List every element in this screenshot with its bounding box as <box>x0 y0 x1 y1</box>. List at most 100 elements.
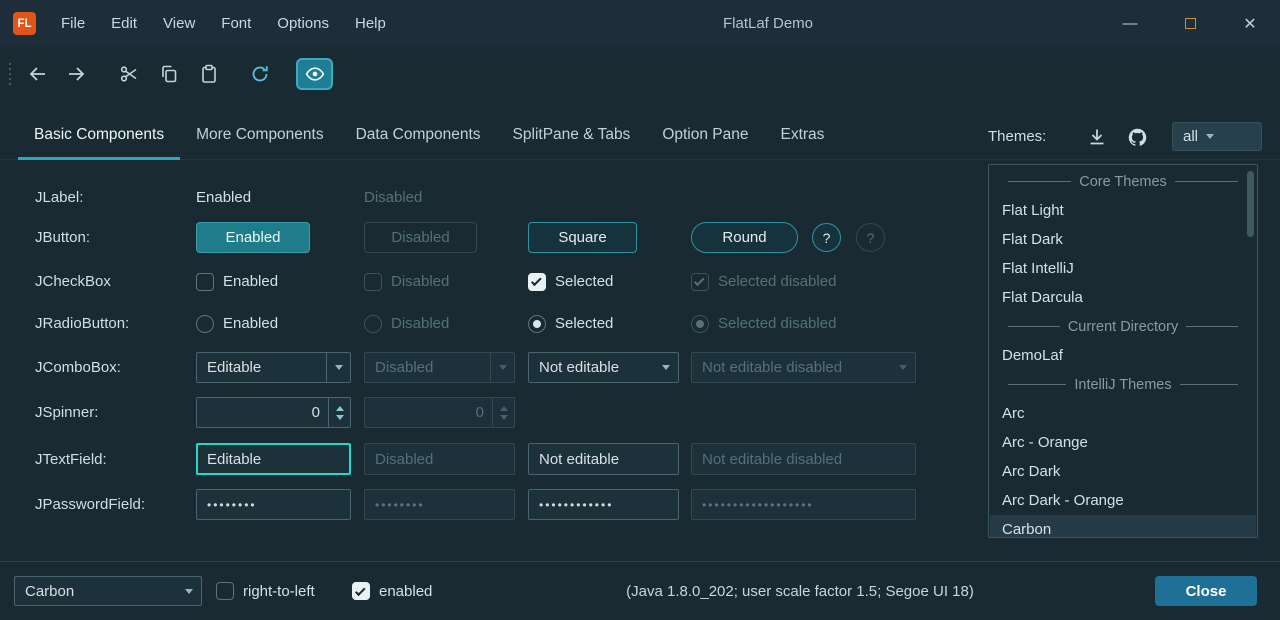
tab-extras[interactable]: Extras <box>765 112 841 160</box>
theme-list: Core ThemesFlat LightFlat DarkFlat Intel… <box>990 167 1256 538</box>
show-hidden-toggle-button[interactable] <box>296 58 333 90</box>
spinner-arrows-icon[interactable] <box>328 398 350 427</box>
jradiobutton-selected-disabled: Selected disabled <box>691 315 836 333</box>
jpasswordfield-editable[interactable]: •••••••• <box>196 489 351 520</box>
tab-data-components[interactable]: Data Components <box>340 112 497 160</box>
jbutton-round[interactable]: Round <box>691 222 798 253</box>
jbutton-help[interactable]: ? <box>812 223 841 252</box>
theme-item-flat-intellij[interactable]: Flat IntelliJ <box>990 254 1256 283</box>
menu-help[interactable]: Help <box>342 15 399 32</box>
jtextfield-editable[interactable]: Editable <box>196 443 351 475</box>
enabled-checkbox[interactable]: enabled <box>352 582 432 600</box>
jbutton-help-disabled: ? <box>856 223 885 252</box>
row-jcombobox: JComboBox: Editable Disabled Not editabl… <box>0 352 965 383</box>
jcheckbox-selected-disabled: Selected disabled <box>691 273 836 291</box>
theme-item-arc[interactable]: Arc <box>990 399 1256 428</box>
app-logo-icon: FL <box>13 12 36 35</box>
jspinner-row-label: JSpinner: <box>35 397 98 428</box>
close-button[interactable]: Close <box>1155 576 1257 606</box>
radio-icon <box>196 315 214 333</box>
back-button[interactable] <box>20 58 54 90</box>
chevron-down-icon <box>1198 123 1222 150</box>
menu-edit[interactable]: Edit <box>98 15 150 32</box>
jradiobutton-selected[interactable]: Selected <box>528 315 613 333</box>
download-themes-button[interactable] <box>1082 122 1112 152</box>
theme-filter-combobox[interactable]: all <box>1172 122 1262 151</box>
jcombobox-not-editable[interactable]: Not editable <box>528 352 679 383</box>
tabs: Basic ComponentsMore ComponentsData Comp… <box>18 112 840 160</box>
refresh-button[interactable] <box>243 58 277 90</box>
row-jspinner: JSpinner: 0 0 <box>0 397 965 428</box>
environment-info: (Java 1.8.0_202; user scale factor 1.5; … <box>520 562 1080 620</box>
toolbar-grip[interactable] <box>9 63 11 85</box>
scrollbar-thumb[interactable] <box>1247 171 1254 237</box>
tab-basic-components[interactable]: Basic Components <box>18 112 180 160</box>
theme-item-arc-dark-orange[interactable]: Arc Dark - Orange <box>990 486 1256 515</box>
row-jtextfield: JTextField: Editable Disabled Not editab… <box>0 443 965 475</box>
right-to-left-checkbox[interactable]: right-to-left <box>216 582 315 600</box>
eye-icon <box>305 64 325 84</box>
forward-button[interactable] <box>60 58 94 90</box>
titlebar: FL FileEditViewFontOptionsHelp FlatLaf D… <box>0 0 1280 47</box>
jbutton-row-label: JButton: <box>35 222 90 253</box>
download-icon <box>1087 127 1107 147</box>
theme-item-arc-dark[interactable]: Arc Dark <box>990 457 1256 486</box>
checkbox-checked-icon <box>691 273 709 291</box>
jcheckbox-selected[interactable]: Selected <box>528 273 613 291</box>
chevron-down-icon[interactable] <box>326 353 350 382</box>
refresh-icon <box>250 64 270 84</box>
theme-item-carbon[interactable]: Carbon <box>990 515 1256 538</box>
maximize-button[interactable] <box>1160 0 1220 47</box>
menu-file[interactable]: File <box>48 15 98 32</box>
tab-more-components[interactable]: More Components <box>180 112 340 160</box>
window-controls: — ✕ <box>1100 0 1280 47</box>
radio-selected-icon <box>691 315 709 333</box>
chevron-down-icon[interactable] <box>654 353 678 382</box>
minimize-button[interactable]: — <box>1100 0 1160 47</box>
row-jpasswordfield: JPasswordField: •••••••• •••••••• ••••••… <box>0 489 965 520</box>
theme-item-arc-orange[interactable]: Arc - Orange <box>990 428 1256 457</box>
jbutton-square[interactable]: Square <box>528 222 637 253</box>
copy-icon <box>159 64 179 84</box>
jtextfield-disabled: Disabled <box>364 443 515 475</box>
theme-section-header: IntelliJ Themes <box>990 370 1256 399</box>
window-close-button[interactable]: ✕ <box>1220 0 1280 47</box>
themes-list-panel: Core ThemesFlat LightFlat DarkFlat Intel… <box>988 164 1258 538</box>
row-jlabel: JLabel: Enabled Disabled <box>0 182 965 212</box>
lookandfeel-combobox[interactable]: Carbon <box>14 576 202 606</box>
theme-item-flat-light[interactable]: Flat Light <box>990 196 1256 225</box>
paste-icon <box>199 64 219 84</box>
tab-splitpane-tabs[interactable]: SplitPane & Tabs <box>497 112 647 160</box>
cut-icon <box>119 64 139 84</box>
paste-button[interactable] <box>192 58 226 90</box>
theme-filter-value: all <box>1183 128 1198 145</box>
jspinner-enabled[interactable]: 0 <box>196 397 351 428</box>
cut-button[interactable] <box>112 58 146 90</box>
tab-option-pane[interactable]: Option Pane <box>646 112 764 160</box>
jcombobox-disabled: Disabled <box>364 352 515 383</box>
jradiobutton-enabled[interactable]: Enabled <box>196 315 278 333</box>
chevron-down-icon[interactable] <box>177 577 201 605</box>
jlabel-disabled: Disabled <box>364 189 422 206</box>
row-jradiobutton: JRadioButton: Enabled Disabled Selected … <box>0 309 965 338</box>
jtextfield-not-editable[interactable]: Not editable <box>528 443 679 475</box>
menu-options[interactable]: Options <box>264 15 342 32</box>
toolbar <box>0 47 1280 101</box>
github-button[interactable] <box>1122 122 1152 152</box>
theme-item-demolaf[interactable]: DemoLaf <box>990 341 1256 370</box>
copy-button[interactable] <box>152 58 186 90</box>
menu-font[interactable]: Font <box>208 15 264 32</box>
jbutton-disabled: Disabled <box>364 222 477 253</box>
jpasswordfield-not-editable[interactable]: •••••••••••• <box>528 489 679 520</box>
lookandfeel-value: Carbon <box>25 583 177 600</box>
app-window: FL FileEditViewFontOptionsHelp FlatLaf D… <box>0 0 1280 620</box>
jpasswordfield-not-editable-disabled: •••••••••••••••••• <box>691 489 916 520</box>
jcombobox-editable[interactable]: Editable <box>196 352 351 383</box>
jbutton-enabled[interactable]: Enabled <box>196 222 310 253</box>
menu-view[interactable]: View <box>150 15 208 32</box>
jpasswordfield-disabled: •••••••• <box>364 489 515 520</box>
theme-item-flat-darcula[interactable]: Flat Darcula <box>990 283 1256 312</box>
theme-item-flat-dark[interactable]: Flat Dark <box>990 225 1256 254</box>
jcheckbox-enabled[interactable]: Enabled <box>196 273 278 291</box>
spinner-arrows-icon <box>492 398 514 427</box>
